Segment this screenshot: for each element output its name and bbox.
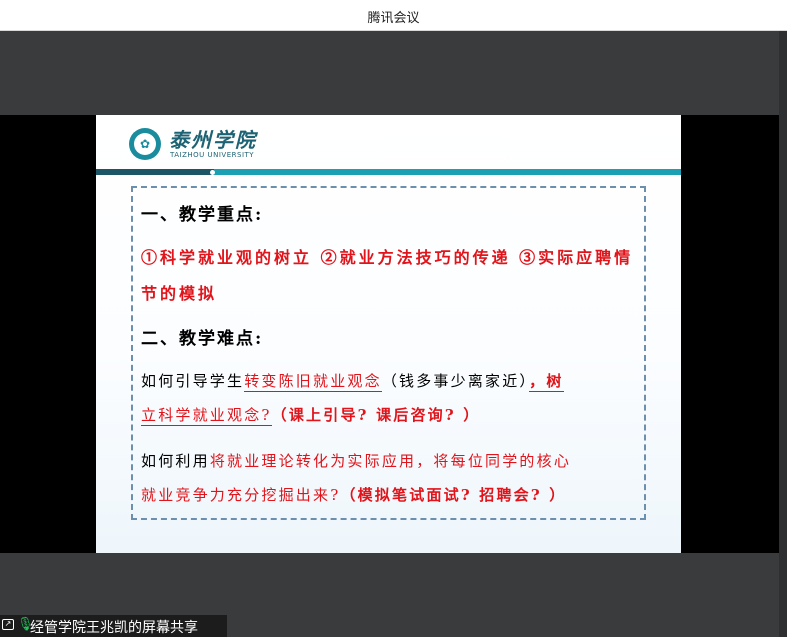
university-name-cn: 泰州学院 [169, 128, 257, 152]
header-band-dot [210, 170, 215, 175]
title-bar: 腾讯会议 [0, 0, 787, 31]
p1-line2-text: 立科学就业观念? [141, 406, 272, 426]
presentation-slide: ✿ 泰州学院 TAIZHOU UNIVERSITY 一、教学重点: ①科学就业观… [96, 115, 681, 553]
window-title: 腾讯会议 [367, 11, 420, 26]
university-name-en: TAIZHOU UNIVERSITY [170, 151, 255, 159]
p2-line2-extra: （模拟笔试面试? 招聘会? ） [340, 486, 567, 504]
section2-heading: 二、教学难点: [141, 329, 264, 349]
section2-p1-line1: 如何引导学生转变陈旧就业观念（钱多事少离家近），树 [141, 370, 564, 392]
header-band-teal [214, 169, 681, 175]
shared-screen-area: ✿ 泰州学院 TAIZHOU UNIVERSITY 一、教学重点: ①科学就业观… [0, 115, 779, 553]
section1-heading: 一、教学重点: [141, 205, 264, 225]
header-band-dark [96, 169, 214, 175]
p2-highlight: 将就业理论转化为实际应用，将每位同学的核心 [209, 452, 572, 470]
p2-lead: 如何利用 [141, 452, 210, 470]
screen-share-label: 经管学院王兆凯的屏幕共享 [30, 620, 198, 636]
p2-line2-text: 就业竞争力充分挖掘出来? [141, 486, 341, 504]
content-box: 一、教学重点: ①科学就业观的树立 ②就业方法技巧的传递 ③实际应聘情 节的模拟… [131, 186, 646, 520]
p1-paren: （钱多事少离家近） [381, 372, 530, 390]
p1-lead: 如何引导学生 [141, 372, 245, 390]
university-logo-icon: ✿ [129, 128, 161, 160]
side-panel-edge [779, 31, 787, 637]
section1-line1: ①科学就业观的树立 ②就业方法技巧的传递 ③实际应聘情 [141, 248, 634, 267]
section2-p2-line1: 如何利用将就业理论转化为实际应用，将每位同学的核心 [141, 450, 571, 471]
microphone-icon[interactable]: 🎙 [17, 617, 34, 632]
screen-share-icon: ↗ [2, 619, 14, 630]
section2-p1-line2: 立科学就业观念?（课上引导? 课后咨询? ） [141, 404, 481, 426]
p1-tail: ，树 [529, 372, 564, 392]
p1-line2-extra: （课上引导? 课后咨询? ） [271, 406, 481, 424]
section1-line2: 节的模拟 [141, 284, 218, 303]
section2-p2-line2: 就业竞争力充分挖掘出来?（模拟笔试面试? 招聘会? ） [141, 484, 566, 505]
p1-highlight: 转变陈旧就业观念 [244, 372, 382, 392]
screen-share-status-bar: ↗ 🎙 经管学院王兆凯的屏幕共享 [0, 615, 227, 637]
